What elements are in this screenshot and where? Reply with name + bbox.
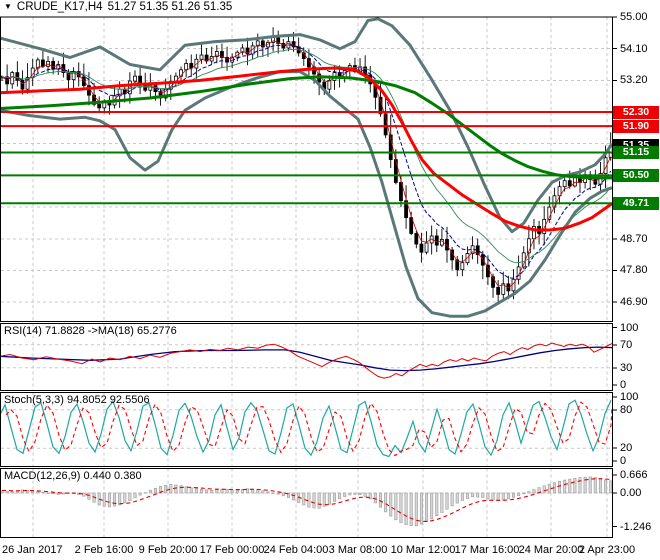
symbol-period-label: CRUDE_K17,H4: [16, 1, 103, 13]
symbol-marker-icon: ▼: [4, 2, 12, 11]
chart-title-bar: ▼ CRUDE_K17,H4 51.27 51.35 51.26 51.35: [4, 1, 232, 13]
trading-chart-window: ▼ CRUDE_K17,H4 51.27 51.35 51.26 51.35 R…: [0, 0, 660, 560]
macd-indicator-label: MACD(12,26,9) 0.440 0.380: [4, 470, 142, 482]
rsi-indicator-label: RSI(14) 71.8828 ->MA(18) 65.2776: [4, 325, 177, 337]
ohlc-quotes: 51.27 51.35 51.26 51.35: [107, 1, 233, 13]
stoch-indicator-label: Stoch(5,3,3) 94.8052 92.5506: [4, 394, 150, 406]
